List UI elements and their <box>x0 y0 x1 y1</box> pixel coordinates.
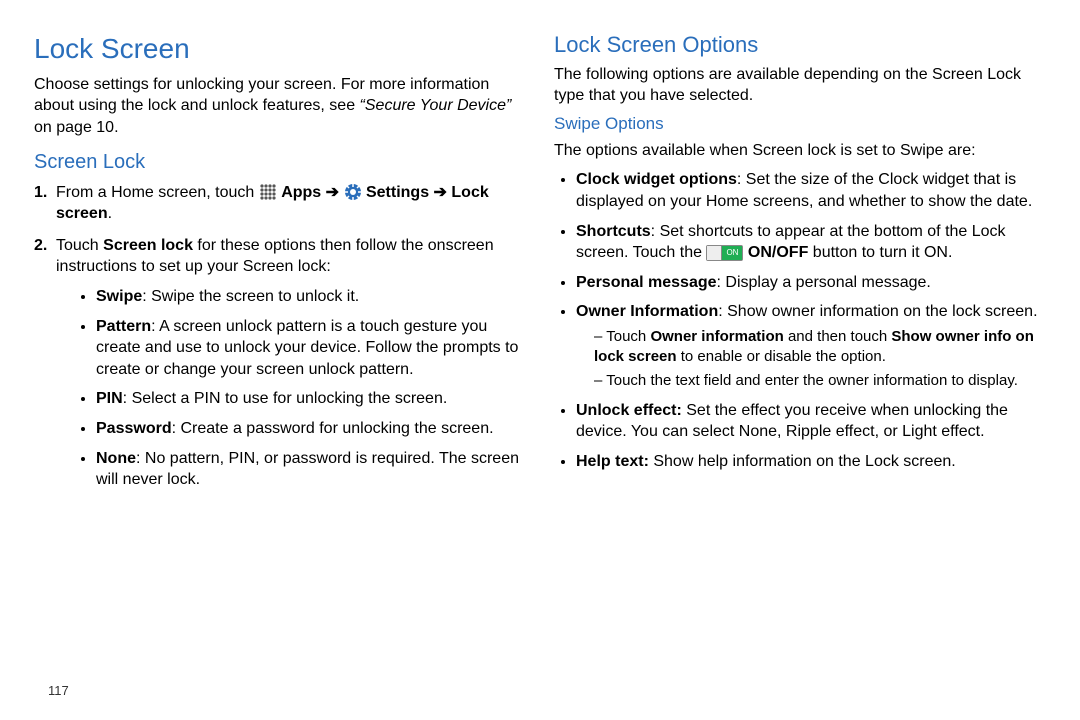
apps-label: Apps <box>281 184 321 201</box>
opt-none: None <box>96 450 136 467</box>
heading-screen-lock: Screen Lock <box>34 149 526 176</box>
screen-lock-bold: Screen lock <box>103 237 193 254</box>
owner-sub1-b1: Owner information <box>650 328 783 345</box>
onoff-toggle-icon: ON <box>706 245 743 261</box>
owner-sublist: Touch Owner information and then touch S… <box>576 327 1046 392</box>
opt-shortcuts-t2: button to turn it ON. <box>808 244 952 261</box>
opt-swipe: Swipe <box>96 288 142 305</box>
list-item: None: No pattern, PIN, or password is re… <box>96 448 526 491</box>
list-item: Password: Create a password for unlockin… <box>96 418 526 440</box>
owner-sub1-pre: Touch <box>606 328 650 345</box>
intro-paragraph: Choose settings for unlocking your scree… <box>34 74 526 139</box>
arrow-icon: ➔ <box>434 184 452 201</box>
opt-shortcuts: Shortcuts <box>576 223 651 240</box>
owner-sub1-mid: and then touch <box>784 328 892 345</box>
step1-end: . <box>108 205 112 222</box>
page-number: 117 <box>48 682 69 700</box>
list-item: Touch Owner information and then touch S… <box>594 327 1046 368</box>
list-item: Shortcuts: Set shortcuts to appear at th… <box>576 221 1046 264</box>
list-item: Touch the text field and enter the owner… <box>594 371 1046 391</box>
opt-personal: Personal message <box>576 274 717 291</box>
opt-pattern: Pattern <box>96 318 151 335</box>
opt-none-text: : No pattern, PIN, or password is requir… <box>96 450 519 489</box>
apps-grid-icon <box>259 183 277 201</box>
opt-swipe-text: : Swipe the screen to unlock it. <box>142 288 359 305</box>
list-item: Unlock effect: Set the effect you receiv… <box>576 400 1046 443</box>
heading-lock-screen-options: Lock Screen Options <box>554 30 1046 60</box>
opt-owner: Owner Information <box>576 303 718 320</box>
opt-help-text: Show help information on the Lock screen… <box>649 453 956 470</box>
opt-unlock: Unlock effect: <box>576 402 682 419</box>
opt-personal-text: : Display a personal message. <box>717 274 931 291</box>
step-1: 1. From a Home screen, touch Apps ➔ <box>56 182 526 225</box>
swipe-lead: The options available when Screen lock i… <box>554 140 1046 162</box>
step-number: 1. <box>34 182 47 204</box>
heading-lock-screen: Lock Screen <box>34 30 526 68</box>
intro-post: on page 10. <box>34 119 119 136</box>
settings-label: Settings <box>366 184 429 201</box>
list-item: Swipe: Swipe the screen to unlock it. <box>96 286 526 308</box>
list-item: Help text: Show help information on the … <box>576 451 1046 473</box>
opt-pattern-text: : A screen unlock pattern is a touch ges… <box>96 318 518 378</box>
opt-password: Password <box>96 420 172 437</box>
opt-help: Help text: <box>576 453 649 470</box>
opt-owner-text: : Show owner information on the lock scr… <box>718 303 1037 320</box>
step2-pre: Touch <box>56 237 103 254</box>
onoff-on-label: ON <box>722 246 742 260</box>
opt-pin-text: : Select a PIN to use for unlocking the … <box>123 390 448 407</box>
right-column: Lock Screen Options The following option… <box>540 30 1060 710</box>
opt-clock: Clock widget options <box>576 171 737 188</box>
left-column: Lock Screen Choose settings for unlockin… <box>20 30 540 710</box>
onoff-bold: ON/OFF <box>748 244 808 261</box>
step-2: 2. Touch Screen lock for these options t… <box>56 235 526 491</box>
heading-swipe-options: Swipe Options <box>554 113 1046 136</box>
step1-pre: From a Home screen, touch <box>56 184 259 201</box>
step-number: 2. <box>34 235 47 257</box>
swipe-options-list: Clock widget options: Set the size of th… <box>554 169 1046 472</box>
opt-pin: PIN <box>96 390 123 407</box>
lock-options-list: Swipe: Swipe the screen to unlock it. Pa… <box>56 286 526 491</box>
list-item: Personal message: Display a personal mes… <box>576 272 1046 294</box>
intro-ref: “Secure Your Device” <box>360 97 512 114</box>
list-item: Owner Information: Show owner informatio… <box>576 301 1046 391</box>
opt-password-text: : Create a password for unlocking the sc… <box>172 420 494 437</box>
arrow-icon: ➔ <box>326 184 344 201</box>
list-item: Pattern: A screen unlock pattern is a to… <box>96 316 526 381</box>
owner-sub1-post: to enable or disable the option. <box>677 348 886 365</box>
options-intro: The following options are available depe… <box>554 64 1046 107</box>
steps-list: 1. From a Home screen, touch Apps ➔ <box>34 182 526 491</box>
list-item: Clock widget options: Set the size of th… <box>576 169 1046 212</box>
settings-gear-icon <box>344 183 362 201</box>
list-item: PIN: Select a PIN to use for unlocking t… <box>96 388 526 410</box>
manual-page: Lock Screen Choose settings for unlockin… <box>0 0 1080 720</box>
